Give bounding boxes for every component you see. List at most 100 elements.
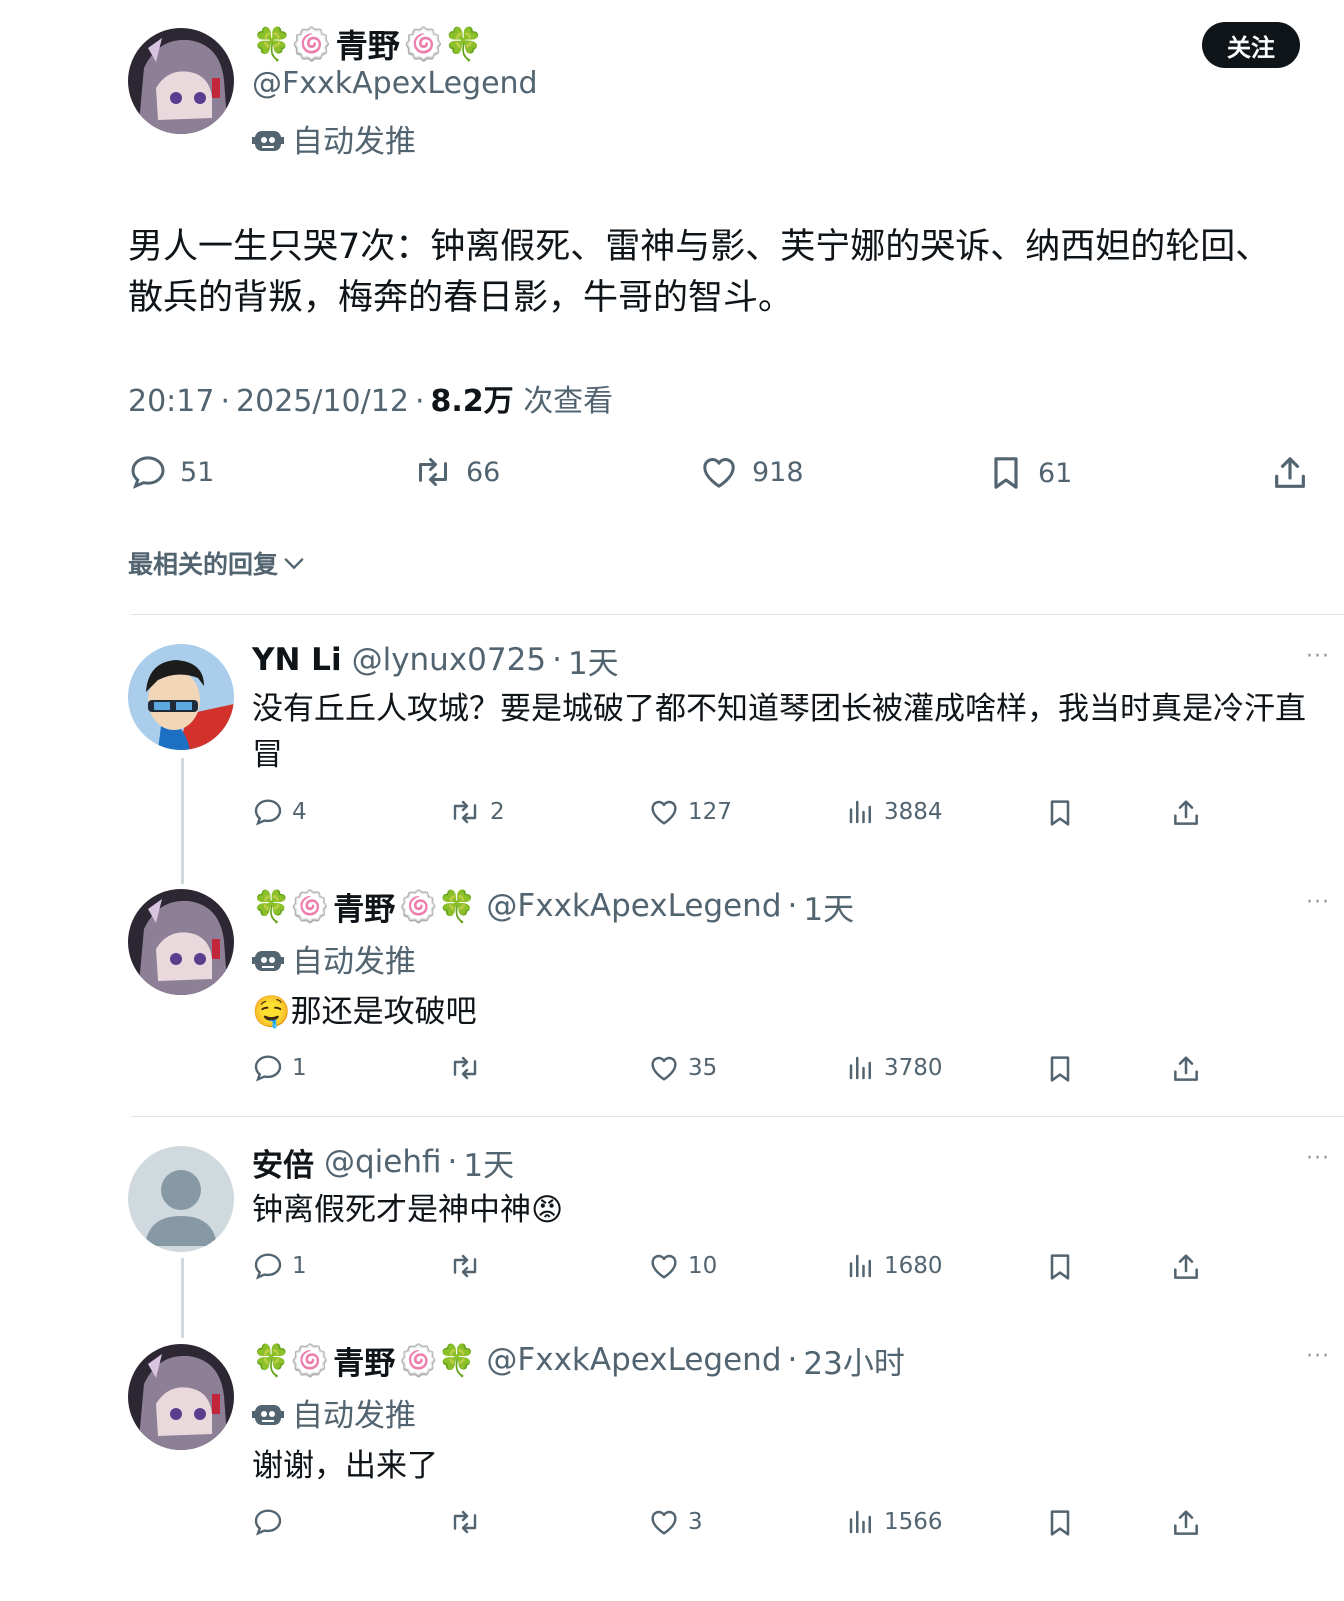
robot-icon bbox=[252, 130, 284, 151]
analytics-icon bbox=[849, 1056, 871, 1080]
analytics-icon bbox=[849, 1254, 871, 1278]
reply-button[interactable]: 1 bbox=[252, 1052, 307, 1084]
like-count: 35 bbox=[688, 1055, 718, 1081]
bookmark-button[interactable] bbox=[1044, 1506, 1076, 1540]
bookmark-button[interactable]: 61 bbox=[986, 452, 1072, 494]
like-count: 3 bbox=[688, 1509, 703, 1535]
retweet-icon bbox=[419, 458, 447, 486]
retweet-icon bbox=[453, 1510, 477, 1534]
retweet-button[interactable]: 66 bbox=[412, 452, 500, 492]
reply-avatar[interactable] bbox=[128, 644, 234, 750]
author-display-name[interactable]: 青野 bbox=[336, 21, 400, 67]
bookmark-icon bbox=[1050, 1510, 1070, 1536]
tweet-text: 男人一生只哭7次：钟离假死、雷神与影、芙宁娜的哭诉、纳西妲的轮回、散兵的背叛，梅… bbox=[128, 227, 1271, 318]
author-avatar[interactable] bbox=[128, 28, 234, 134]
follow-button-label: 关注 bbox=[1227, 33, 1275, 62]
decoration-emoji-right: 🍥🍀 bbox=[399, 888, 477, 925]
drooling-face-emoji: 🤤 bbox=[252, 994, 291, 1030]
bookmark-button[interactable] bbox=[1044, 796, 1076, 830]
more-options-icon[interactable]: ··· bbox=[1306, 644, 1330, 669]
reply-text: 钟离假死才是神中神 bbox=[252, 1192, 531, 1228]
like-button[interactable]: 918 bbox=[698, 452, 804, 492]
retweet-button[interactable]: 2 bbox=[448, 796, 505, 828]
heart-icon bbox=[651, 1510, 677, 1535]
reply-icon bbox=[254, 1055, 282, 1082]
views-button[interactable]: 1680 bbox=[846, 1250, 943, 1282]
reply-avatar[interactable] bbox=[128, 889, 234, 995]
automated-label: 自动发推 bbox=[252, 936, 416, 981]
reply-handle[interactable]: @qiehfi bbox=[324, 1144, 442, 1180]
heart-icon bbox=[651, 800, 677, 825]
reply-button[interactable]: 51 bbox=[128, 452, 214, 492]
reply-time[interactable]: 1天 bbox=[568, 638, 619, 683]
reply-time[interactable]: 23小时 bbox=[803, 1338, 904, 1383]
like-button[interactable]: 10 bbox=[648, 1250, 717, 1282]
share-button[interactable] bbox=[1170, 1506, 1202, 1540]
bookmark-icon bbox=[994, 457, 1018, 489]
automated-label-text: 自动发推 bbox=[292, 1398, 416, 1434]
tweet-time[interactable]: 20:17 bbox=[128, 384, 214, 419]
decoration-emoji-left: 🍀🍥 bbox=[252, 25, 332, 63]
bookmark-icon bbox=[1050, 1056, 1070, 1082]
reply-display-name[interactable]: 青野 bbox=[333, 1338, 395, 1383]
retweet-count: 2 bbox=[490, 799, 505, 825]
view-label: 次查看 bbox=[523, 384, 614, 419]
heart-icon bbox=[651, 1056, 677, 1081]
automated-label-text: 自动发推 bbox=[292, 124, 416, 160]
bookmark-button[interactable] bbox=[1044, 1250, 1076, 1284]
reply-button[interactable]: 4 bbox=[252, 796, 307, 828]
reply-header: 🍀🍥 青野 🍥🍀 @FxxkApexLegend · 23小时 bbox=[252, 1338, 905, 1382]
reply-handle[interactable]: @FxxkApexLegend bbox=[486, 888, 781, 924]
retweet-icon bbox=[453, 800, 477, 824]
reply-header: 安倍 @qiehfi · 1天 bbox=[252, 1140, 514, 1184]
reply-display-name[interactable]: 安倍 bbox=[252, 1140, 314, 1185]
more-options-icon[interactable]: ··· bbox=[1306, 890, 1330, 915]
share-button[interactable] bbox=[1270, 452, 1310, 494]
tweet-date[interactable]: 2025/10/12 bbox=[236, 384, 409, 419]
share-button[interactable] bbox=[1170, 796, 1202, 830]
reply-icon bbox=[254, 799, 282, 826]
share-button[interactable] bbox=[1170, 1052, 1202, 1086]
retweet-button[interactable] bbox=[448, 1506, 490, 1538]
reply-display-name[interactable]: 青野 bbox=[333, 884, 395, 929]
author-handle[interactable]: @FxxkApexLegend bbox=[252, 66, 538, 101]
divider bbox=[131, 614, 1344, 615]
divider bbox=[131, 1116, 1344, 1117]
reply-handle[interactable]: @lynux0725 bbox=[352, 642, 547, 678]
default-avatar[interactable] bbox=[128, 1146, 234, 1252]
reply-sort-dropdown[interactable]: 最相关的回复 bbox=[128, 545, 308, 581]
share-icon bbox=[1275, 457, 1305, 488]
more-options-icon[interactable]: ··· bbox=[1306, 1344, 1330, 1369]
bookmark-count: 61 bbox=[1038, 457, 1073, 489]
like-button[interactable]: 127 bbox=[648, 796, 732, 828]
reply-display-name[interactable]: YN Li bbox=[252, 642, 342, 678]
reply-sort-label: 最相关的回复 bbox=[128, 550, 279, 579]
reply-icon bbox=[254, 1509, 282, 1536]
reply-button[interactable] bbox=[252, 1506, 292, 1538]
bookmark-button[interactable] bbox=[1044, 1052, 1076, 1086]
reply-time[interactable]: 1天 bbox=[803, 884, 854, 929]
follow-button[interactable]: 关注 bbox=[1202, 22, 1300, 68]
robot-icon bbox=[252, 950, 284, 971]
share-button[interactable] bbox=[1170, 1250, 1202, 1284]
reply-handle[interactable]: @FxxkApexLegend bbox=[486, 1342, 781, 1378]
analytics-icon bbox=[849, 1510, 871, 1534]
automated-label-text: 自动发推 bbox=[292, 944, 416, 980]
like-button[interactable]: 3 bbox=[648, 1506, 703, 1538]
robot-icon bbox=[252, 1404, 284, 1425]
views-button[interactable]: 3884 bbox=[846, 796, 943, 828]
retweet-button[interactable] bbox=[448, 1052, 490, 1084]
reply-avatar[interactable] bbox=[128, 1344, 234, 1450]
retweet-button[interactable] bbox=[448, 1250, 490, 1282]
reply-time[interactable]: 1天 bbox=[463, 1140, 514, 1185]
more-options-icon[interactable]: ··· bbox=[1306, 1146, 1330, 1171]
views-button[interactable]: 3780 bbox=[846, 1052, 943, 1084]
reply-icon bbox=[131, 456, 165, 489]
retweet-icon bbox=[453, 1056, 477, 1080]
views-button[interactable]: 1566 bbox=[846, 1506, 943, 1538]
automated-label: 自动发推 bbox=[252, 116, 416, 161]
view-count: 1680 bbox=[884, 1253, 943, 1279]
separator-dot: · bbox=[447, 1144, 458, 1180]
like-button[interactable]: 35 bbox=[648, 1052, 717, 1084]
reply-button[interactable]: 1 bbox=[252, 1250, 307, 1282]
